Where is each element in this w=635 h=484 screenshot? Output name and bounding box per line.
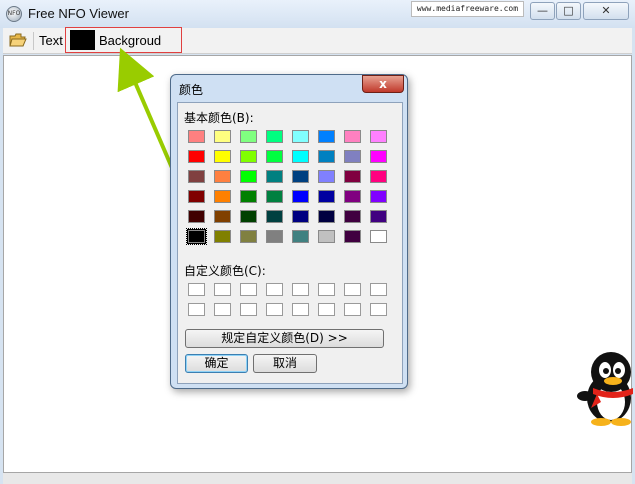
basic-color-swatch[interactable] [318,150,335,163]
status-bar [3,473,632,484]
window-title: Free NFO Viewer [28,6,129,21]
basic-color-swatch[interactable] [318,130,335,143]
qq-penguin-image [577,352,633,426]
custom-color-swatch[interactable] [266,303,283,316]
basic-color-swatch[interactable] [344,230,361,243]
basic-color-swatch[interactable] [292,190,309,203]
basic-color-swatch[interactable] [344,170,361,183]
basic-color-swatch[interactable] [214,190,231,203]
maximize-button[interactable]: □ [556,2,581,20]
basic-color-swatch[interactable] [344,210,361,223]
basic-color-swatch[interactable] [266,130,283,143]
custom-color-swatch[interactable] [344,303,361,316]
basic-color-swatch[interactable] [266,190,283,203]
basic-color-swatch[interactable] [240,210,257,223]
folder-open-icon[interactable] [9,32,27,48]
basic-color-swatch[interactable] [370,190,387,203]
basic-color-swatch[interactable] [370,150,387,163]
custom-color-swatch[interactable] [318,303,335,316]
basic-colors-label: 基本颜色(B): [184,111,254,125]
basic-color-swatch[interactable] [214,150,231,163]
basic-color-swatch[interactable] [266,230,283,243]
basic-color-swatch[interactable] [292,170,309,183]
toolbar-separator [33,32,34,50]
custom-color-swatch[interactable] [240,303,257,316]
basic-color-swatch[interactable] [240,130,257,143]
custom-colors-label: 自定义颜色(C): [184,264,266,278]
basic-color-swatch[interactable] [188,210,205,223]
basic-color-swatch[interactable] [214,210,231,223]
custom-color-swatch[interactable] [292,283,309,296]
title-bar[interactable]: NFO Free NFO Viewer www.mediafreeware.co… [0,0,635,28]
cancel-button[interactable]: 取消 [253,354,317,373]
basic-color-swatch[interactable] [318,210,335,223]
toolbar: Text Backgroud [3,27,632,54]
basic-color-swatch[interactable] [344,150,361,163]
basic-color-swatch[interactable] [266,170,283,183]
dialog-title: 颜色 [179,83,204,97]
basic-color-swatch[interactable] [266,150,283,163]
basic-color-swatch[interactable] [240,150,257,163]
basic-color-swatch[interactable] [370,230,387,243]
basic-color-swatch[interactable] [292,130,309,143]
basic-color-swatch[interactable] [370,130,387,143]
background-color-swatch [70,30,95,50]
basic-color-swatch[interactable] [370,210,387,223]
basic-color-swatch[interactable] [186,228,207,245]
define-custom-colors-button[interactable]: 规定自定义颜色(D) >> [185,329,384,348]
basic-color-swatch[interactable] [292,150,309,163]
basic-color-swatch[interactable] [318,190,335,203]
basic-color-swatch[interactable] [266,210,283,223]
background-color-button[interactable]: Backgroud [65,27,182,53]
minimize-button[interactable]: — [530,2,555,20]
custom-color-swatch[interactable] [266,283,283,296]
custom-color-swatch[interactable] [318,283,335,296]
basic-color-swatch[interactable] [240,170,257,183]
basic-color-swatch[interactable] [292,210,309,223]
basic-color-swatch[interactable] [344,130,361,143]
custom-color-swatch[interactable] [370,283,387,296]
close-button[interactable]: ✕ [583,2,629,20]
watermark-label: www.mediafreeware.com [411,1,524,17]
custom-color-swatch[interactable] [214,283,231,296]
color-dialog: 颜色 x 基本颜色(B): 自定义颜色(C): 规定自定义颜色(D) >> 确定… [170,74,408,389]
custom-color-swatch[interactable] [240,283,257,296]
basic-color-swatch[interactable] [318,170,335,183]
text-color-button[interactable]: Text [39,33,63,48]
basic-color-swatch[interactable] [188,190,205,203]
basic-color-swatch[interactable] [188,130,205,143]
custom-color-swatch[interactable] [188,303,205,316]
custom-color-swatch[interactable] [188,283,205,296]
dialog-close-button[interactable]: x [362,75,404,93]
basic-color-swatch[interactable] [214,130,231,143]
custom-color-swatch[interactable] [214,303,231,316]
ok-button[interactable]: 确定 [185,354,248,373]
basic-color-swatch[interactable] [292,230,309,243]
custom-color-swatch[interactable] [292,303,309,316]
custom-color-swatch[interactable] [344,283,361,296]
background-color-label: Backgroud [99,33,162,48]
basic-color-swatch[interactable] [240,190,257,203]
custom-color-swatch[interactable] [370,303,387,316]
basic-color-swatch[interactable] [214,230,231,243]
basic-color-swatch[interactable] [318,230,335,243]
dialog-body: 基本颜色(B): 自定义颜色(C): 规定自定义颜色(D) >> 确定 取消 [177,102,403,384]
app-icon: NFO [6,6,22,22]
basic-color-swatch[interactable] [344,190,361,203]
basic-color-swatch[interactable] [214,170,231,183]
basic-color-swatch[interactable] [240,230,257,243]
basic-color-swatch[interactable] [188,170,205,183]
basic-color-swatch[interactable] [188,150,205,163]
basic-color-swatch[interactable] [370,170,387,183]
